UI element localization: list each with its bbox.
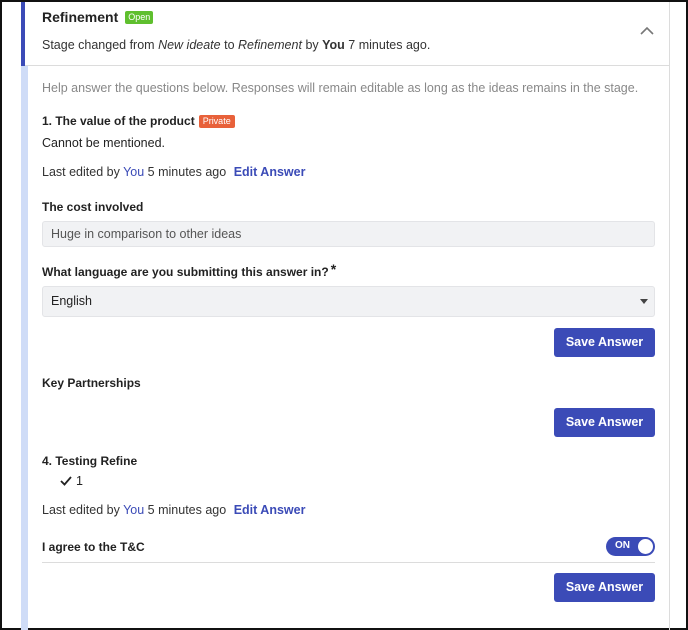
testing-answer: 1 <box>60 474 83 488</box>
question-value-answer: Cannot be mentioned. <box>42 136 166 150</box>
terms-toggle[interactable]: ON <box>606 537 655 556</box>
cost-input[interactable] <box>42 221 655 247</box>
question-cost-label: The cost involved <box>42 200 144 214</box>
edited-prefix: Last edited by <box>42 503 120 517</box>
edit-answer-link[interactable]: Edit Answer <box>234 503 306 517</box>
panel-right-border <box>669 2 670 630</box>
question-testing-label: 4. Testing Refine <box>42 454 138 468</box>
change-prefix: Stage changed from <box>42 38 155 52</box>
last-edited-value: Last edited by You 5 minutes ago Edit An… <box>42 165 305 179</box>
stage-accent-bar <box>21 2 25 66</box>
testing-checked-value: 1 <box>76 474 83 488</box>
time-ago: 7 minutes ago. <box>348 38 431 52</box>
question-language-label: What language are you submitting this an… <box>42 261 337 280</box>
chevron-up-icon[interactable] <box>640 24 654 38</box>
stage-side-rail <box>21 66 28 630</box>
edit-answer-link[interactable]: Edit Answer <box>234 165 306 179</box>
caret-down-icon <box>640 299 648 304</box>
language-select[interactable]: English <box>42 286 655 317</box>
required-marker: * <box>330 261 337 277</box>
edited-time: 5 minutes ago <box>147 503 227 517</box>
status-badge: Open <box>125 10 154 24</box>
header-divider <box>25 65 670 66</box>
to-word: to <box>224 38 235 52</box>
from-stage: New ideate <box>158 38 221 52</box>
private-badge: Private <box>198 114 235 128</box>
save-answer-button-partnerships[interactable]: Save Answer <box>554 408 655 437</box>
question-value-label: 1. The value of the product Private <box>42 114 235 128</box>
language-label-text: What language are you submitting this an… <box>42 265 329 279</box>
edited-time: 5 minutes ago <box>147 165 227 179</box>
stage-header: Refinement Open <box>42 9 154 25</box>
toggle-state-label: ON <box>615 540 630 551</box>
help-text: Help answer the questions below. Respons… <box>42 81 639 95</box>
save-answer-button-terms[interactable]: Save Answer <box>554 573 655 602</box>
edited-by-link[interactable]: You <box>123 165 144 179</box>
last-edited-testing: Last edited by You 5 minutes ago Edit An… <box>42 503 305 517</box>
stage-panel: Refinement Open Stage changed from New i… <box>0 0 688 630</box>
question-value-title: 1. The value of the product <box>42 114 195 128</box>
question-terms-label: I agree to the T&C <box>42 540 145 554</box>
language-selected-value: English <box>51 294 92 308</box>
stage-change-text: Stage changed from New ideate to Refinem… <box>42 38 430 52</box>
save-answer-button-language[interactable]: Save Answer <box>554 328 655 357</box>
question-partnerships-label: Key Partnerships <box>42 376 141 390</box>
toggle-knob <box>638 539 653 554</box>
stage-title: Refinement <box>42 9 119 25</box>
edited-by-link[interactable]: You <box>123 503 144 517</box>
actor: You <box>322 38 345 52</box>
by-word: by <box>305 38 319 52</box>
terms-divider <box>42 562 655 563</box>
edited-prefix: Last edited by <box>42 165 120 179</box>
checkmark-icon <box>60 476 72 486</box>
to-stage: Refinement <box>238 38 302 52</box>
